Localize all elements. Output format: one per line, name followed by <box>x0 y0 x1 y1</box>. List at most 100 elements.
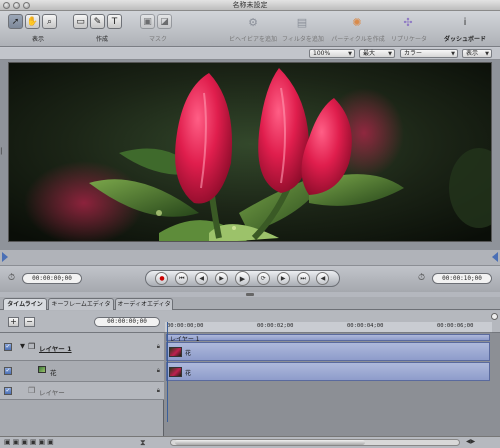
tab-timeline[interactable]: タイムライン <box>3 298 47 310</box>
close-window-button[interactable] <box>3 2 10 9</box>
hand-tool-button[interactable]: ✋ <box>25 14 40 29</box>
filter-icon[interactable]: ▤ <box>293 14 311 30</box>
tab-audio-editor[interactable]: オーディオエディタ <box>115 298 173 310</box>
channels-select[interactable]: カラー ▼ <box>400 49 458 58</box>
playhead[interactable] <box>167 322 168 422</box>
tab-keyframe-label: キーフレームエディタ <box>51 301 111 308</box>
out-point-marker[interactable] <box>492 252 498 262</box>
rectangle-tool-button[interactable]: ▭ <box>73 14 88 29</box>
plus-icon: + <box>10 317 17 326</box>
chevron-down-icon: ▼ <box>388 51 392 57</box>
zoom-value: 100% <box>313 50 331 57</box>
end-time-icon: ⏱ <box>418 273 426 283</box>
text-icon: T <box>111 16 118 27</box>
view-toggle-icons[interactable]: ▣▣▣▣▣▣ <box>4 438 56 446</box>
ruler-tick: 00:00:02;00 <box>257 323 294 329</box>
text-tool-button[interactable]: T <box>107 14 122 29</box>
zoom-select[interactable]: 100% ▼ <box>309 49 355 58</box>
tab-audio-label: オーディオエディタ <box>117 301 171 308</box>
skip-end-icon: ⏭ <box>300 274 306 282</box>
splitter-handle[interactable] <box>246 293 254 296</box>
layers-list: ✓ ▼ ❒ レイヤー 1 🔒︎ ✓ 花 🔒︎ ✓ ❒ レイヤー 🔒︎ <box>0 333 164 436</box>
clip-thumbnail <box>169 347 182 357</box>
play-button[interactable]: ▶ <box>215 272 229 285</box>
layer-bar-sublabel: 花 <box>185 350 192 357</box>
toolbar: ➚ ✋ ⌕ 表示 ▭ ✎ T 作成 ▣ ◪ マスク ⚙ ビヘイビアを追加 ▤ フ… <box>0 11 500 47</box>
canvas-frame[interactable] <box>8 62 492 242</box>
layer-name: レイヤー 1 <box>39 345 72 353</box>
replicator-icon[interactable]: ✣ <box>399 14 417 30</box>
scrollbar-knob[interactable] <box>175 440 365 445</box>
particle-icon[interactable]: ✺ <box>348 14 366 30</box>
toolbar-group-label: マスク <box>148 36 167 43</box>
disclosure-triangle-icon[interactable]: ▼ <box>20 342 25 350</box>
tab-keyframe-editor[interactable]: キーフレームエディタ <box>48 298 114 310</box>
zoom-timeline-icon[interactable] <box>491 313 498 320</box>
step-back-icon: ◀ <box>199 275 204 282</box>
ruler-tick: 00:00:06;00 <box>437 323 474 329</box>
object-enable-checkbox[interactable]: ✓ <box>4 367 12 375</box>
toolbar-group-label: 表示 <box>31 36 44 43</box>
arrow-icon: ➚ <box>11 16 20 27</box>
next-frame-button[interactable]: ▶ <box>276 272 290 285</box>
current-timecode[interactable]: 00:00:00;00 <box>94 317 160 327</box>
go-to-end-button[interactable]: ⏭ <box>296 272 310 285</box>
scroll-arrows-icon[interactable]: ◀▶ <box>466 438 475 445</box>
play-pause-button[interactable]: ▶ <box>234 271 250 286</box>
object-bar[interactable]: 花 <box>166 362 490 381</box>
rectangle-mask-button[interactable]: ▣ <box>140 14 155 29</box>
zoom-slider-icon[interactable]: ⧗ <box>140 438 146 448</box>
zoom-window-button[interactable] <box>23 2 30 9</box>
object-bar-label: 花 <box>185 370 192 377</box>
timeline-scrollbar[interactable] <box>170 439 460 446</box>
object-row[interactable]: ✓ 花 🔒︎ <box>0 361 164 382</box>
resolution-select[interactable]: 最大 ▼ <box>359 49 395 58</box>
timing-pane-tabs: タイムライン キーフレームエディタ オーディオエディタ <box>0 297 500 310</box>
object-name: 花 <box>50 369 57 377</box>
display-select[interactable]: 表示 ▼ <box>462 49 492 58</box>
bezier-mask-button[interactable]: ◪ <box>157 14 172 29</box>
record-button[interactable]: ● <box>155 272 169 285</box>
layer-enable-checkbox[interactable]: ✓ <box>4 343 12 351</box>
time-ruler[interactable]: 00:00:00;00 00:00:02;00 00:00:04;00 00:0… <box>165 322 492 333</box>
rectangle-icon: ▭ <box>76 16 85 27</box>
window-controls <box>3 2 30 9</box>
layer-row[interactable]: ✓ ▼ ❒ レイヤー 1 🔒︎ <box>0 333 164 361</box>
layer-header-bar[interactable]: レイヤー 1 <box>166 334 490 343</box>
application-window: 名称未設定 ➚ ✋ ⌕ 表示 ▭ ✎ T 作成 ▣ ◪ マスク ⚙ ビヘイビアを… <box>0 0 500 448</box>
lock-icon[interactable]: 🔒︎ <box>157 343 160 351</box>
layer-bar[interactable]: 花 <box>166 342 490 361</box>
clip-thumbnail <box>169 367 182 377</box>
start-timecode[interactable]: 00:00:00;00 <box>22 273 82 284</box>
in-point-marker[interactable] <box>2 252 8 262</box>
mini-timeline[interactable] <box>0 250 500 266</box>
left-edge-handle[interactable]: ▏ <box>1 148 7 156</box>
add-layer-button[interactable]: + <box>8 317 19 327</box>
audio-button[interactable]: ◀ <box>316 272 330 285</box>
select-tool-button[interactable]: ➚ <box>8 14 23 29</box>
chevron-down-icon: ▼ <box>348 51 352 57</box>
loop-button[interactable]: ⟳ <box>256 272 270 285</box>
lock-icon[interactable]: 🔒︎ <box>157 387 160 395</box>
layer-enable-checkbox[interactable]: ✓ <box>4 387 12 395</box>
minimize-window-button[interactable] <box>13 2 20 9</box>
chevron-down-icon: ▼ <box>451 51 455 57</box>
lock-icon[interactable]: 🔒︎ <box>157 367 160 375</box>
loop-icon: ⟳ <box>260 275 266 282</box>
pen-icon: ✎ <box>93 16 102 27</box>
bezier-tool-button[interactable]: ✎ <box>90 14 105 29</box>
mask-rectangle-icon: ▣ <box>143 16 152 27</box>
go-to-start-button[interactable]: ⏮ <box>175 272 189 285</box>
layer-group-icon: ❒ <box>28 342 36 351</box>
create-tools: ▭ ✎ T <box>73 14 122 29</box>
end-timecode[interactable]: 00:00:10;00 <box>432 273 492 284</box>
zoom-tool-button[interactable]: ⌕ <box>42 14 57 29</box>
behavior-icon[interactable]: ⚙ <box>244 14 262 30</box>
remove-layer-button[interactable]: − <box>24 317 35 327</box>
dashboard-icon[interactable]: ⅰ <box>456 14 474 30</box>
replicator-label: リプリケータ <box>390 36 427 43</box>
make-particles-label: パーティクルを作成 <box>331 36 385 43</box>
step-forward-icon: ▶ <box>280 275 286 282</box>
previous-frame-button[interactable]: ◀ <box>195 272 209 285</box>
layer-row[interactable]: ✓ ❒ レイヤー 🔒︎ <box>0 382 164 400</box>
